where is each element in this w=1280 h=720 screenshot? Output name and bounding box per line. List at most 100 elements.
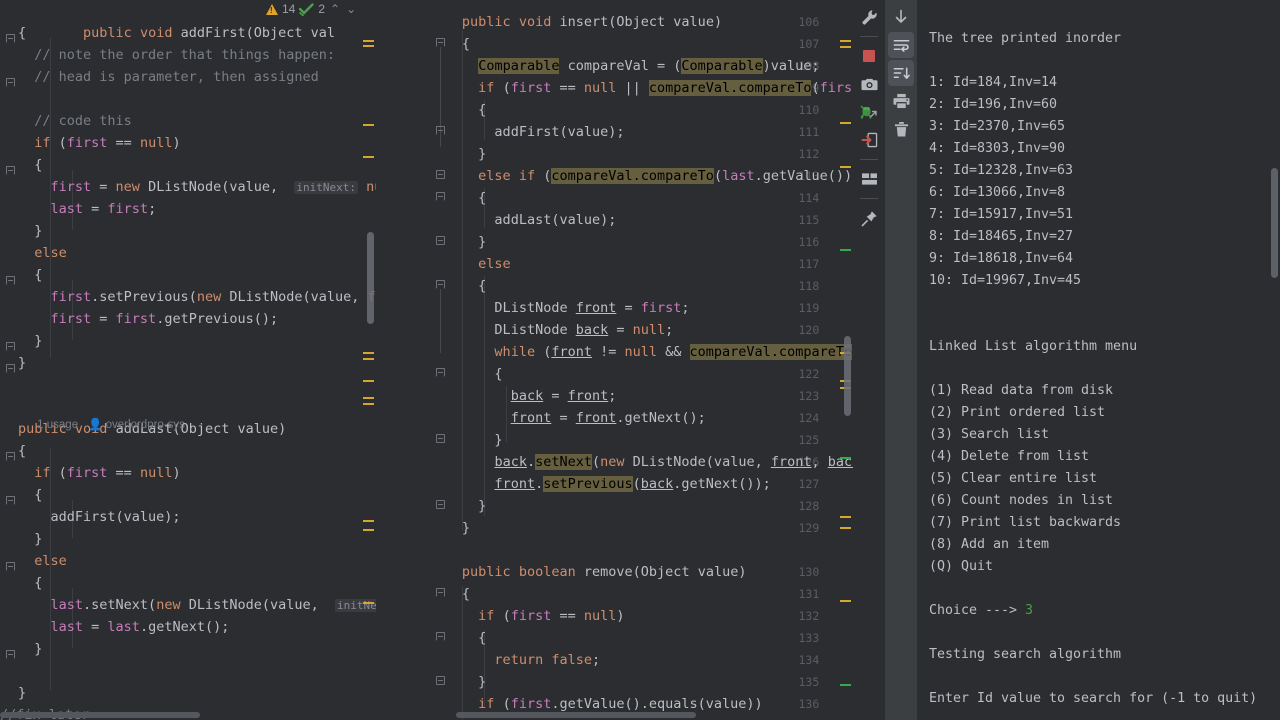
console-line: 4: Id=8303,Inv=90 (928, 141, 1066, 156)
toolbar-divider (860, 198, 879, 199)
fold-marker[interactable] (435, 280, 445, 289)
fold-marker[interactable] (6, 452, 15, 461)
warning-marker (362, 403, 374, 405)
scroll-to-end-icon[interactable] (888, 4, 914, 30)
console-line: (6) Count nodes in list (928, 493, 1114, 508)
fold-marker[interactable] (6, 496, 15, 505)
print-icon[interactable] (888, 88, 914, 114)
console-line: Testing search algorithm (928, 647, 1122, 662)
warning-marker (362, 352, 374, 354)
wrench-icon[interactable] (856, 4, 882, 30)
warning-marker (362, 520, 374, 522)
usage-count: 1 usage (37, 419, 79, 431)
editor-pane-left[interactable]: 14 2 ⌃ ⌄ public void addFirst(Object val… (0, 0, 376, 720)
fold-marker[interactable] (435, 126, 445, 135)
fold-marker[interactable] (435, 632, 445, 641)
ok-marker (840, 457, 852, 459)
marker-bar-left[interactable] (362, 0, 376, 720)
fold-marker[interactable] (435, 676, 445, 685)
fold-marker[interactable] (6, 78, 15, 87)
console-line: 9: Id=18618,Inv=64 (928, 251, 1074, 266)
trash-icon[interactable] (888, 116, 914, 142)
fold-marker[interactable] (6, 650, 15, 659)
fold-marker[interactable] (6, 34, 15, 43)
console-line: 7: Id=15917,Inv=51 (928, 207, 1074, 222)
warning-triangle-icon (266, 3, 278, 15)
code-text-left[interactable]: public void addFirst(Object val { // not… (0, 0, 376, 720)
fold-marker[interactable] (6, 562, 15, 571)
usage-hint-left[interactable]: 1 usage 👤 overlordpro-sys (18, 398, 185, 452)
console-line: (5) Clear entire list (928, 471, 1098, 486)
console-toolbar-left[interactable] (853, 0, 886, 720)
console-line: 6: Id=13066,Inv=8 (928, 185, 1066, 200)
console-line: 8: Id=18465,Inv=27 (928, 229, 1074, 244)
warning-marker (362, 529, 374, 531)
inspection-widget-left[interactable]: 14 2 ⌃ ⌄ (266, 2, 357, 16)
warning-marker (840, 46, 852, 48)
warning-marker (840, 166, 852, 168)
checkmark-icon (299, 2, 315, 16)
toolbar-divider (860, 36, 879, 37)
console-line: 1: Id=184,Inv=14 (928, 75, 1058, 90)
fold-marker[interactable] (435, 434, 445, 443)
fold-marker[interactable] (435, 192, 445, 201)
export-icon[interactable] (856, 127, 882, 153)
fold-marker[interactable] (435, 368, 445, 377)
camera-icon[interactable] (856, 71, 882, 97)
console-line: Linked List algorithm menu (928, 339, 1138, 354)
fold-marker[interactable] (435, 588, 445, 597)
soft-wrap-icon[interactable] (888, 32, 915, 58)
warning-marker (840, 122, 852, 124)
prev-problem-icon[interactable]: ⌃ (329, 3, 341, 15)
next-problem-icon[interactable]: ⌄ (345, 3, 357, 15)
editor-pane-middle[interactable]: 106 107 108 109 110 111 112 113 114 115 … (375, 0, 854, 720)
code-text-middle[interactable]: public void insert(Object value) { Compa… (462, 0, 853, 720)
pin-icon[interactable] (856, 205, 882, 231)
fold-marker[interactable] (6, 276, 15, 285)
rerun-frog-icon[interactable] (856, 99, 882, 125)
fold-column-middle[interactable] (435, 0, 456, 720)
console-line: 5: Id=12328,Inv=63 (928, 163, 1074, 178)
fold-marker[interactable] (435, 170, 445, 179)
console-line: 10: Id=19967,Inv=45 (928, 273, 1082, 288)
ide-window: 14 2 ⌃ ⌄ public void addFirst(Object val… (0, 0, 1280, 720)
author-name: overlordpro-sys (105, 419, 185, 431)
layout-icon[interactable] (856, 166, 882, 192)
fold-marker[interactable] (6, 342, 15, 351)
warning-marker (840, 527, 852, 529)
vertical-scrollbar-left[interactable] (366, 232, 374, 324)
ok-marker (840, 684, 852, 686)
ok-count: 2 (318, 2, 326, 16)
console-line: The tree printed inorder (928, 31, 1122, 46)
warning-marker (362, 156, 374, 158)
warning-marker (362, 602, 374, 604)
console-line: (2) Print ordered list (928, 405, 1106, 420)
sort-icon[interactable] (888, 60, 915, 86)
stop-icon[interactable] (856, 43, 882, 69)
run-console[interactable]: The tree printed inorder 1: Id=184,Inv=1… (916, 0, 1280, 720)
console-output: The tree printed inorder 1: Id=184,Inv=1… (929, 28, 1280, 710)
marker-bar-middle[interactable] (839, 0, 853, 720)
author-icon: 👤 (88, 419, 103, 431)
horizontal-scrollbar-middle[interactable] (455, 712, 696, 718)
fold-marker[interactable] (435, 38, 445, 47)
console-scrollbar[interactable] (1271, 168, 1278, 278)
warning-marker (840, 600, 852, 602)
fold-marker[interactable] (435, 500, 445, 509)
warning-count: 14 (282, 2, 296, 16)
fold-marker[interactable] (6, 364, 15, 373)
console-prompt-label: Choice ---> (928, 603, 1026, 618)
horizontal-scrollbar-left[interactable] (0, 712, 200, 718)
console-toolbar-right[interactable] (885, 0, 917, 720)
fold-marker[interactable] (435, 236, 445, 245)
console-line: (7) Print list backwards (928, 515, 1122, 530)
vertical-scrollbar-middle[interactable] (844, 336, 852, 416)
toolbar-divider (860, 159, 879, 160)
fold-marker[interactable] (6, 166, 15, 175)
console-line: 3: Id=2370,Inv=65 (928, 119, 1066, 134)
console-line: Choice ---> 3 (929, 600, 1280, 622)
